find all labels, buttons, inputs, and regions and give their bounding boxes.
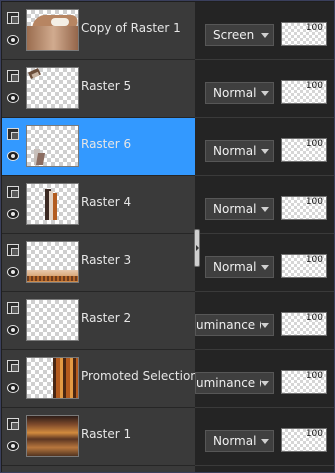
- layer-properties-row: Normal 100: [195, 118, 334, 176]
- layer-row[interactable]: Raster 2: [2, 292, 195, 350]
- layer-thumbnail: [26, 9, 79, 51]
- chevron-down-icon: [261, 439, 269, 444]
- chevron-down-icon: [261, 91, 269, 96]
- chevron-down-icon: [261, 265, 269, 270]
- chevron-down-icon: [261, 149, 269, 154]
- group-icon[interactable]: [7, 70, 21, 82]
- layer-name: Raster 3: [81, 253, 132, 267]
- visibility-eye-icon[interactable]: [7, 35, 21, 47]
- group-icon[interactable]: [7, 360, 21, 372]
- layer-properties-row: Normal 100: [195, 60, 334, 118]
- chevron-down-icon: [261, 207, 269, 212]
- visibility-eye-icon[interactable]: [7, 151, 21, 163]
- visibility-eye-icon[interactable]: [7, 441, 21, 453]
- opacity-field[interactable]: 100: [281, 370, 327, 394]
- layer-name: Raster 1: [81, 427, 132, 441]
- layer-name: Raster 5: [81, 79, 132, 93]
- visibility-eye-icon[interactable]: [7, 267, 21, 279]
- group-icon[interactable]: [7, 418, 21, 430]
- opacity-field[interactable]: 100: [281, 312, 327, 336]
- layer-thumbnail: [26, 299, 79, 341]
- layer-name: Raster 4: [81, 195, 132, 209]
- blend-mode-dropdown[interactable]: Normal: [205, 198, 274, 220]
- layer-row[interactable]: Promoted Selection: [2, 350, 195, 408]
- opacity-field[interactable]: 100: [281, 22, 327, 46]
- chevron-down-icon: [261, 381, 269, 386]
- layer-properties-row: Normal 100: [195, 234, 334, 292]
- layer-thumbnail: [26, 183, 79, 225]
- group-icon[interactable]: [7, 12, 21, 24]
- layer-thumbnail: [26, 357, 79, 399]
- layer-thumbnail: [26, 415, 79, 457]
- group-icon[interactable]: [7, 128, 21, 140]
- blend-mode-dropdown[interactable]: Normal: [205, 256, 274, 278]
- layer-name: Copy of Raster 1: [81, 21, 181, 35]
- blend-mode-dropdown[interactable]: Normal: [205, 82, 274, 104]
- blend-mode-dropdown[interactable]: Screen: [205, 24, 274, 46]
- layer-row[interactable]: Raster 4: [2, 176, 195, 234]
- layer-properties: Screen 100 Normal 100 Normal 100 Normal …: [195, 2, 334, 472]
- opacity-field[interactable]: 100: [281, 254, 327, 278]
- group-icon[interactable]: [7, 244, 21, 256]
- layer-name: Promoted Selection: [81, 369, 195, 383]
- layer-thumbnail: [26, 241, 79, 283]
- layers-palette: Copy of Raster 1 Raster 5 Raster 6 Raste…: [0, 0, 335, 473]
- blend-mode-dropdown[interactable]: Normal: [205, 140, 274, 162]
- visibility-eye-icon[interactable]: [7, 325, 21, 337]
- group-icon[interactable]: [7, 186, 21, 198]
- opacity-field[interactable]: 100: [281, 80, 327, 104]
- layer-name: Raster 2: [81, 311, 132, 325]
- layer-properties-row: uminance ( 100: [195, 292, 334, 350]
- chevron-down-icon: [261, 33, 269, 38]
- layers-list[interactable]: Copy of Raster 1 Raster 5 Raster 6 Raste…: [2, 2, 195, 472]
- blend-mode-dropdown[interactable]: uminance (: [195, 314, 274, 336]
- visibility-eye-icon[interactable]: [7, 209, 21, 221]
- visibility-eye-icon[interactable]: [7, 93, 21, 105]
- visibility-eye-icon[interactable]: [7, 383, 21, 395]
- layer-row-selected[interactable]: Raster 6: [2, 118, 195, 176]
- layer-name: Raster 6: [81, 137, 132, 151]
- layer-properties-row: Normal 100: [195, 176, 334, 234]
- opacity-field[interactable]: 100: [281, 196, 327, 220]
- layer-thumbnail: [26, 67, 79, 109]
- blend-mode-dropdown[interactable]: uminance (: [195, 372, 274, 394]
- layer-properties-row: Normal 100: [195, 408, 334, 466]
- opacity-field[interactable]: 100: [281, 138, 327, 162]
- blend-mode-dropdown[interactable]: Normal: [205, 430, 274, 452]
- opacity-field[interactable]: 100: [281, 428, 327, 452]
- chevron-down-icon: [261, 323, 269, 328]
- panel-splitter-handle[interactable]: [194, 229, 200, 267]
- layer-row[interactable]: Raster 5: [2, 60, 195, 118]
- layer-properties-row: Screen 100: [195, 2, 334, 60]
- group-icon[interactable]: [7, 302, 21, 314]
- layer-row[interactable]: Copy of Raster 1: [2, 2, 195, 60]
- layer-properties-row: uminance ( 100: [195, 350, 334, 408]
- layer-row[interactable]: Raster 3: [2, 234, 195, 292]
- layer-thumbnail: [26, 125, 79, 167]
- layer-row[interactable]: Raster 1: [2, 408, 195, 466]
